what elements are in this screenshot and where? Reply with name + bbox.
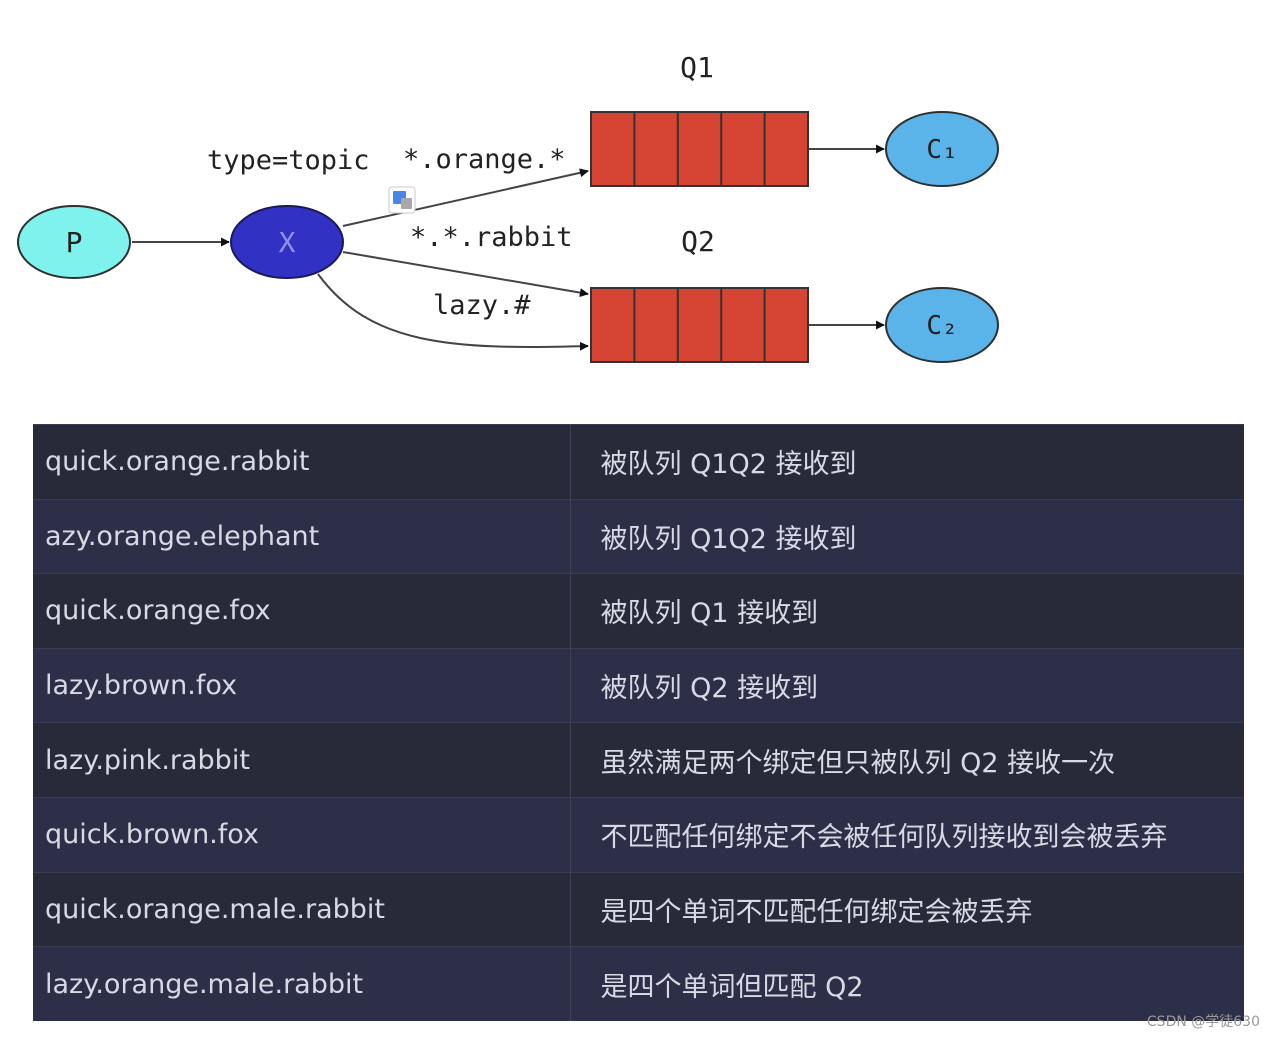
table-row: azy.orange.elephant 被队列 Q1Q2 接收到 [33, 498, 1244, 574]
routing-key-cell: lazy.brown.fox [33, 647, 571, 723]
routing-key-cell: azy.orange.elephant [33, 498, 571, 574]
routing-result-cell: 被队列 Q1 接收到 [570, 573, 1244, 649]
routing-result-cell: 是四个单词不匹配任何绑定会被丢弃 [570, 871, 1244, 947]
routing-result-cell: 虽然满足两个绑定但只被队列 Q2 接收一次 [570, 722, 1244, 798]
binding-orange-label: *.orange.* [403, 144, 566, 175]
table-row: lazy.pink.rabbit 虽然满足两个绑定但只被队列 Q2 接收一次 [33, 722, 1244, 798]
routing-key-cell: quick.orange.male.rabbit [33, 871, 571, 947]
exchange-label: X [279, 226, 296, 259]
consumer-c2-label: C₂ [926, 311, 957, 341]
routing-key-table: quick.orange.rabbit 被队列 Q1Q2 接收到 azy.orang… [33, 424, 1244, 1022]
routing-result-cell: 是四个单词但匹配 Q2 [570, 946, 1244, 1022]
table-row: quick.orange.male.rabbit 是四个单词不匹配任何绑定会被丢弃 [33, 871, 1244, 947]
queue-q2 [590, 287, 809, 363]
edge-x-to-q1 [342, 168, 589, 227]
table-row: quick.orange.fox 被队列 Q1 接收到 [33, 573, 1244, 649]
routing-key-cell: quick.brown.fox [33, 796, 571, 873]
routing-result-cell: 被队列 Q2 接收到 [570, 647, 1244, 723]
routing-key-cell: lazy.orange.male.rabbit [33, 946, 571, 1022]
table-row: lazy.brown.fox 被队列 Q2 接收到 [33, 647, 1244, 723]
queue-q2-label: Q2 [681, 225, 715, 258]
consumer-c1-label: C₁ [926, 135, 957, 165]
translate-icon[interactable] [388, 186, 416, 214]
queue-q1 [590, 111, 809, 187]
edge-x-to-q2-rabbit [342, 251, 589, 298]
table-row: lazy.orange.male.rabbit 是四个单词但匹配 Q2 [33, 946, 1244, 1022]
routing-result-cell: 被队列 Q1Q2 接收到 [570, 424, 1244, 500]
topic-exchange-diagram: P X Q1 Q2 C₁ C₂ type=topic *.orange.* *.… [17, 51, 999, 363]
watermark: CSDN @学徒630 [1146, 1014, 1260, 1030]
table-row: quick.orange.rabbit 被队列 Q1Q2 接收到 [33, 424, 1244, 500]
exchange-type-label: type=topic [207, 145, 370, 176]
routing-key-cell: quick.orange.rabbit [33, 424, 571, 500]
binding-lazy-label: lazy.# [433, 290, 531, 321]
producer-label: P [66, 226, 83, 259]
routing-result-cell: 被队列 Q1Q2 接收到 [570, 498, 1244, 574]
routing-key-cell: lazy.pink.rabbit [33, 722, 571, 798]
routing-key-cell: quick.orange.fox [33, 573, 571, 649]
queue-q1-label: Q1 [680, 51, 714, 84]
table-row: quick.brown.fox 不匹配任何绑定不会被任何队列接收到会被丢弃 [33, 796, 1244, 873]
routing-result-cell: 不匹配任何绑定不会被任何队列接收到会被丢弃 [570, 796, 1244, 873]
binding-rabbit-label: *.*.rabbit [410, 222, 573, 253]
